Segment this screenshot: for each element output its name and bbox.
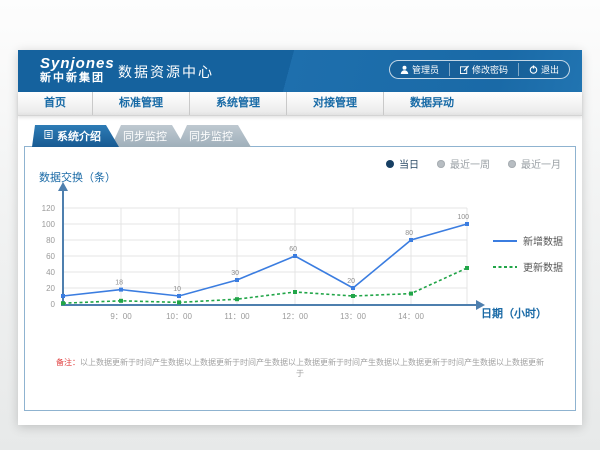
svg-text:80: 80 — [405, 230, 413, 237]
svg-text:9：00: 9：00 — [110, 312, 132, 320]
tab-bar: 系统介绍 同步监控 同步监控 — [32, 125, 251, 147]
svg-text:12：00: 12：00 — [282, 312, 308, 320]
nav-item-home[interactable]: 首页 — [18, 92, 92, 115]
current-user-button[interactable]: 管理员 — [390, 63, 449, 76]
y-axis-title: 数据交换（条） — [39, 169, 116, 185]
logo-chinese-text: 新中新集团 — [40, 72, 115, 85]
chart-legend: 新增数据 更新数据 — [493, 233, 563, 285]
svg-text:20: 20 — [46, 284, 55, 293]
radio-last-week[interactable]: 最近一周 — [437, 156, 490, 171]
svg-text:60: 60 — [46, 252, 55, 261]
time-range-filter: 当日 最近一周 最近一月 — [386, 156, 561, 171]
radio-unselected-icon — [437, 160, 445, 168]
svg-text:10: 10 — [173, 286, 181, 293]
tab-sync-monitor-2[interactable]: 同步监控 — [177, 125, 251, 147]
tab-sync-monitor-1[interactable]: 同步监控 — [111, 125, 185, 147]
note-text: 以上数据更新于时间产生数据以上数据更新于时间产生数据以上数据更新于时间产生数据以… — [80, 358, 544, 378]
nav-item-system-management[interactable]: 系统管理 — [189, 92, 286, 115]
svg-text:100: 100 — [42, 220, 56, 229]
user-icon — [400, 65, 409, 74]
user-toolbar: 管理员 修改密码 退出 — [389, 60, 570, 79]
svg-text:11：00: 11：00 — [224, 312, 250, 320]
content-area: 系统介绍 同步监控 同步监控 当日 最近一周 — [18, 116, 582, 424]
svg-text:30: 30 — [231, 270, 239, 277]
svg-text:18: 18 — [115, 280, 123, 287]
legend-label: 新增数据 — [523, 233, 563, 248]
radio-unselected-icon — [508, 160, 516, 168]
page-title: 数据资源中心 — [118, 62, 214, 82]
radio-today[interactable]: 当日 — [386, 156, 419, 171]
legend-label: 更新数据 — [523, 259, 563, 274]
logout-label: 退出 — [541, 63, 559, 76]
radio-label: 当日 — [399, 156, 419, 171]
tab-label: 同步监控 — [189, 128, 233, 144]
x-axis-title: 日期（小时） — [481, 305, 547, 321]
svg-text:80: 80 — [46, 236, 55, 245]
current-user-label: 管理员 — [412, 63, 439, 76]
svg-text:10：00: 10：00 — [166, 312, 192, 320]
tab-label: 系统介绍 — [57, 128, 101, 144]
app-window: Synjones 新中新集团 数据资源中心 管理员 修改密码 退出 — [18, 50, 582, 425]
line-chart: 0 20 40 60 80 100 120 9：00 10：00 11：00 12：00 13：00 1… — [25, 170, 545, 325]
svg-text:14：00: 14：00 — [398, 312, 424, 320]
change-password-label: 修改密码 — [472, 63, 508, 76]
svg-text:20: 20 — [347, 278, 355, 285]
svg-text:100: 100 — [457, 214, 469, 221]
logout-button[interactable]: 退出 — [518, 63, 569, 76]
tab-system-intro[interactable]: 系统介绍 — [32, 125, 119, 147]
document-icon — [44, 130, 53, 142]
nav-item-data-change[interactable]: 数据异动 — [383, 92, 480, 115]
page-background: { "header": { "logo_primary": "Synjones"… — [0, 0, 600, 450]
radio-selected-icon — [386, 160, 394, 168]
logo-english-text: Synjones — [40, 55, 115, 72]
svg-text:120: 120 — [42, 204, 56, 213]
legend-item-new-data: 新增数据 — [493, 233, 563, 248]
edit-icon — [460, 65, 469, 74]
chart-panel: 当日 最近一周 最近一月 数据交换（条） 日期（小时） 0 20 40 60 80 100… — [24, 146, 576, 411]
main-nav: 首页 标准管理 系统管理 对接管理 数据异动 — [18, 92, 582, 116]
svg-text:13：00: 13：00 — [340, 312, 366, 320]
note-label: 备注： — [56, 358, 80, 367]
legend-item-updated-data: 更新数据 — [493, 259, 563, 274]
svg-text:0: 0 — [51, 300, 56, 309]
company-logo: Synjones 新中新集团 — [40, 55, 115, 85]
footer-note: 备注：以上数据更新于时间产生数据以上数据更新于时间产生数据以上数据更新于时间产生… — [25, 357, 575, 379]
svg-text:40: 40 — [46, 268, 55, 277]
power-icon — [529, 65, 538, 74]
radio-label: 最近一月 — [521, 156, 561, 171]
change-password-button[interactable]: 修改密码 — [449, 63, 518, 76]
nav-item-standard-management[interactable]: 标准管理 — [92, 92, 189, 115]
radio-label: 最近一周 — [450, 156, 490, 171]
app-header: Synjones 新中新集团 数据资源中心 管理员 修改密码 退出 — [18, 50, 582, 92]
radio-last-month[interactable]: 最近一月 — [508, 156, 561, 171]
nav-item-integration-management[interactable]: 对接管理 — [286, 92, 383, 115]
svg-text:60: 60 — [289, 246, 297, 253]
tab-label: 同步监控 — [123, 128, 167, 144]
